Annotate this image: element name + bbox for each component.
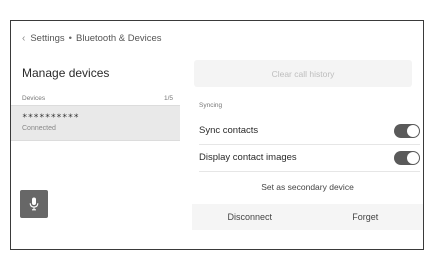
clear-call-history-button[interactable]: Clear call history <box>194 60 412 87</box>
display-contact-images-row[interactable]: Display contact images <box>192 144 423 171</box>
sync-contacts-label: Sync contacts <box>199 125 259 136</box>
toggle-knob <box>407 151 419 164</box>
page-title: Manage devices <box>22 66 110 80</box>
display-contact-images-toggle[interactable] <box>394 150 420 165</box>
forget-button[interactable]: Forget <box>308 212 424 222</box>
device-status: Connected <box>22 125 56 132</box>
syncing-section-label: Syncing <box>199 102 223 109</box>
breadcrumb-separator: • <box>68 33 72 44</box>
display-contact-images-label: Display contact images <box>199 152 297 163</box>
sync-contacts-toggle[interactable] <box>394 123 420 138</box>
breadcrumb-settings[interactable]: Settings <box>30 33 64 44</box>
bottom-action-bar: Disconnect Forget <box>192 204 423 230</box>
devices-label: Devices <box>22 95 46 102</box>
device-name: ********** <box>22 113 80 123</box>
breadcrumb-bluetooth-devices: Bluetooth & Devices <box>76 33 162 44</box>
chevron-left-icon[interactable]: ‹ <box>22 33 25 44</box>
sync-contacts-row[interactable]: Sync contacts <box>192 117 423 144</box>
microphone-button[interactable] <box>20 190 48 218</box>
devices-count: 1/5 <box>163 95 173 102</box>
disconnect-button[interactable]: Disconnect <box>192 212 308 222</box>
left-panel: ‹ Settings • Bluetooth & Devices Manage … <box>11 21 180 249</box>
divider <box>199 171 420 172</box>
right-panel: Clear call history Syncing Sync contacts… <box>192 21 423 249</box>
toggle-knob <box>407 124 419 137</box>
devices-header: Devices 1/5 <box>22 95 173 102</box>
microphone-icon <box>29 197 39 211</box>
device-settings-screen: ‹ Settings • Bluetooth & Devices Manage … <box>10 20 424 250</box>
device-list-item[interactable]: ********** Connected <box>11 105 180 141</box>
set-secondary-device-button[interactable]: Set as secondary device <box>192 177 423 197</box>
breadcrumb: ‹ Settings • Bluetooth & Devices <box>22 33 162 44</box>
